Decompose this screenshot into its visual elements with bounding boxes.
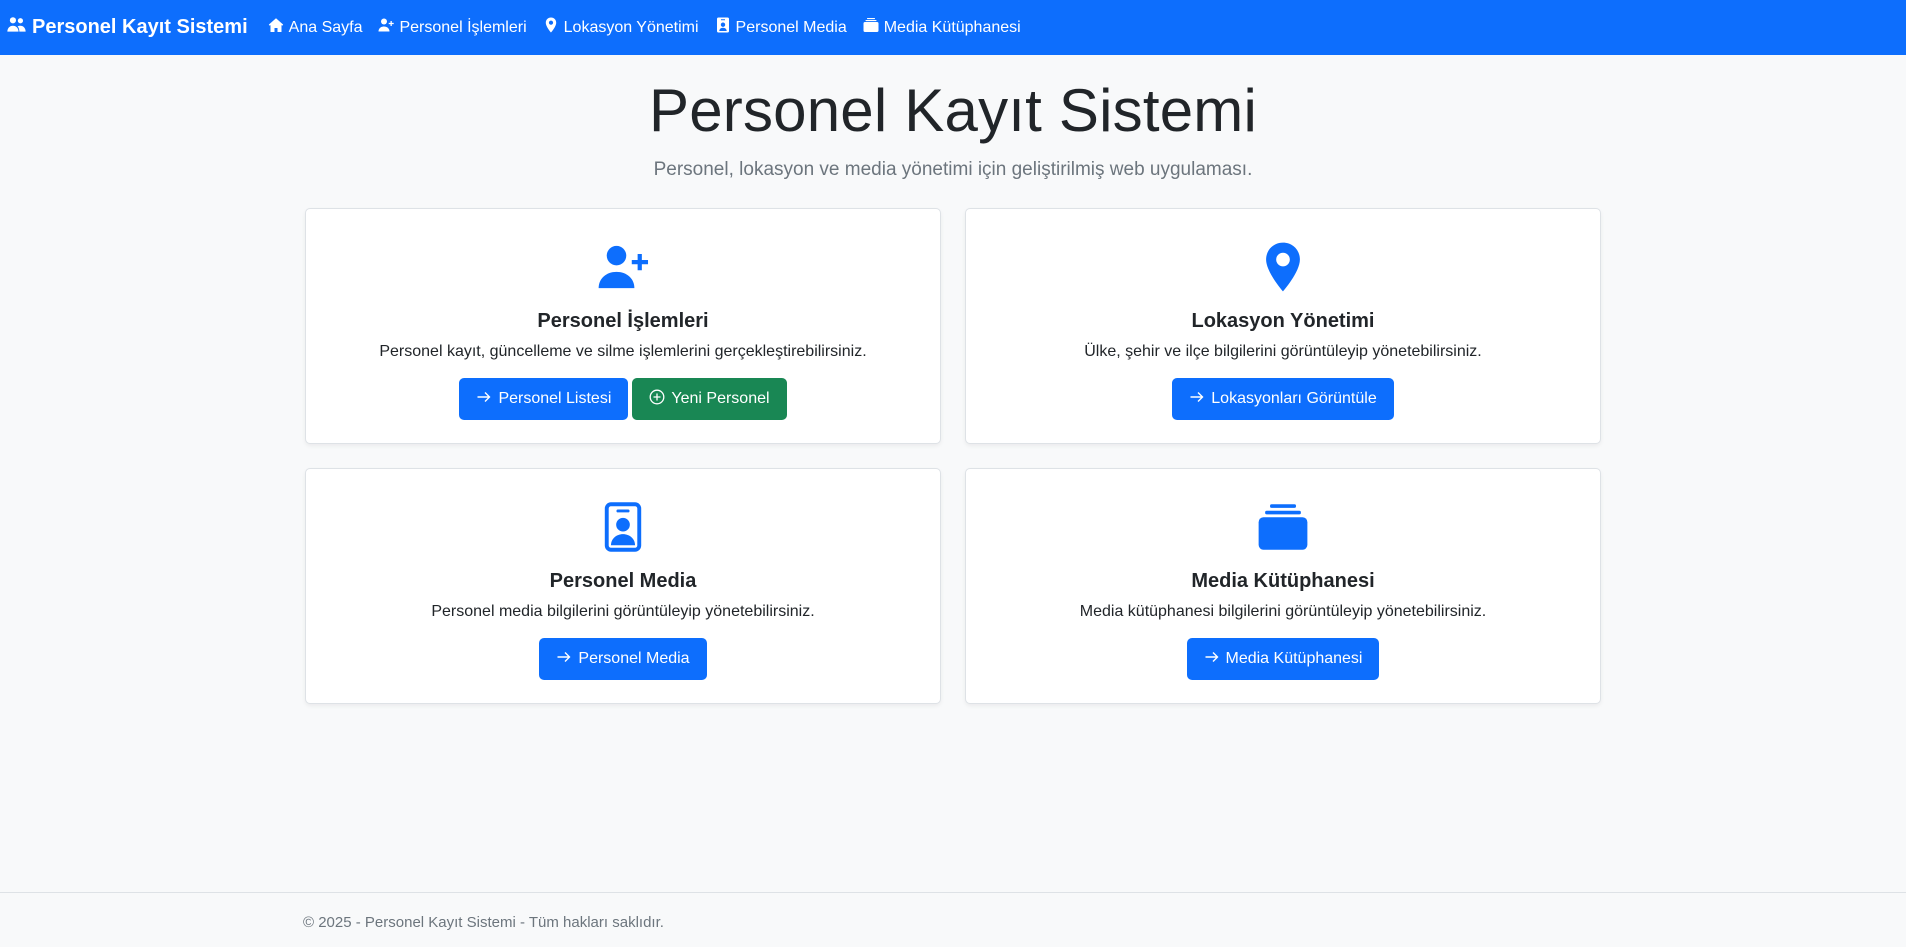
card-description: Personel kayıt, güncelleme ve silme işle… — [379, 343, 867, 360]
person-plus-icon — [378, 17, 395, 38]
plus-circle-icon — [649, 389, 665, 410]
arrow-right-icon — [1189, 389, 1205, 410]
nav-item-label: Personel İşlemleri — [399, 18, 527, 36]
collection-icon — [863, 17, 879, 38]
arrow-right-icon — [556, 649, 572, 670]
card-title: Lokasyon Yönetimi — [1191, 310, 1375, 332]
card-title: Personel Media — [549, 570, 697, 592]
navbar: Personel Kayıt Sistemi Ana Sayfa Persone… — [0, 0, 1906, 55]
person-badge-icon — [715, 17, 731, 38]
nav-item-label: Personel Media — [735, 18, 847, 36]
personel-media-button[interactable]: Personel Media — [539, 638, 707, 680]
nav-item-personel-islemleri[interactable]: Personel İşlemleri — [378, 17, 527, 38]
card-title: Media Kütüphanesi — [1191, 570, 1375, 592]
geo-pin-icon — [543, 17, 559, 38]
nav-item-label: Lokasyon Yönetimi — [563, 18, 699, 36]
brand-label: Personel Kayıt Sistemi — [32, 16, 248, 38]
card-personel-islemleri: Personel İşlemleri Personel kayıt, günce… — [305, 208, 941, 444]
nav-item-personel-media[interactable]: Personel Media — [715, 17, 847, 38]
card-personel-media: Personel Media Personel media bilgilerin… — [305, 468, 941, 704]
page-title: Personel Kayıt Sistemi — [649, 77, 1257, 144]
media-kutuphanesi-button[interactable]: Media Kütüphanesi — [1186, 638, 1380, 680]
lokasyonlari-goruntule-button[interactable]: Lokasyonları Görüntüle — [1172, 378, 1394, 420]
card-lokasyon-yonetimi: Lokasyon Yönetimi Ülke, şehir ve ilçe bi… — [965, 208, 1601, 444]
nav-item-media-kutuphanesi[interactable]: Media Kütüphanesi — [863, 17, 1021, 38]
nav-item-lokasyon-yonetimi[interactable]: Lokasyon Yönetimi — [543, 17, 699, 38]
card-description: Personel media bilgilerini görüntüleyip … — [431, 603, 815, 620]
nav-item-label: Media Kütüphanesi — [883, 18, 1021, 36]
card-grid: Personel İşlemleri Personel kayıt, günce… — [305, 208, 1601, 704]
card-description: Ülke, şehir ve ilçe bilgilerini görüntül… — [1084, 343, 1482, 360]
yeni-personel-button[interactable]: Yeni Personel — [632, 378, 787, 420]
button-label: Media Kütüphanesi — [1225, 650, 1363, 667]
button-label: Personel Listesi — [498, 390, 612, 407]
arrow-right-icon — [1204, 649, 1220, 670]
navbar-brand[interactable]: Personel Kayıt Sistemi — [7, 15, 248, 40]
house-icon — [268, 17, 284, 38]
button-label: Personel Media — [578, 650, 690, 667]
button-label: Lokasyonları Görüntüle — [1211, 390, 1377, 407]
page-subtitle: Personel, lokasyon ve media yönetimi içi… — [653, 159, 1253, 180]
footer-text: © 2025 - Personel Kayıt Sistemi - Tüm ha… — [303, 914, 664, 931]
person-plus-icon — [306, 239, 940, 294]
card-title: Personel İşlemleri — [537, 310, 709, 332]
hero: Personel Kayıt Sistemi Personel, lokasyo… — [0, 55, 1906, 181]
person-badge-icon — [306, 499, 940, 554]
collection-icon — [966, 499, 1600, 554]
button-label: Yeni Personel — [671, 390, 770, 407]
footer: © 2025 - Personel Kayıt Sistemi - Tüm ha… — [0, 892, 1906, 947]
arrow-right-icon — [476, 389, 492, 410]
personel-listesi-button[interactable]: Personel Listesi — [459, 378, 629, 420]
card-description: Media kütüphanesi bilgilerini görüntüley… — [1079, 603, 1487, 620]
geo-pin-icon — [966, 239, 1600, 294]
nav-item-label: Ana Sayfa — [288, 18, 363, 36]
people-icon — [7, 15, 26, 40]
nav-item-ana-sayfa[interactable]: Ana Sayfa — [268, 17, 363, 38]
card-media-kutuphanesi: Media Kütüphanesi Media kütüphanesi bilg… — [965, 468, 1601, 704]
